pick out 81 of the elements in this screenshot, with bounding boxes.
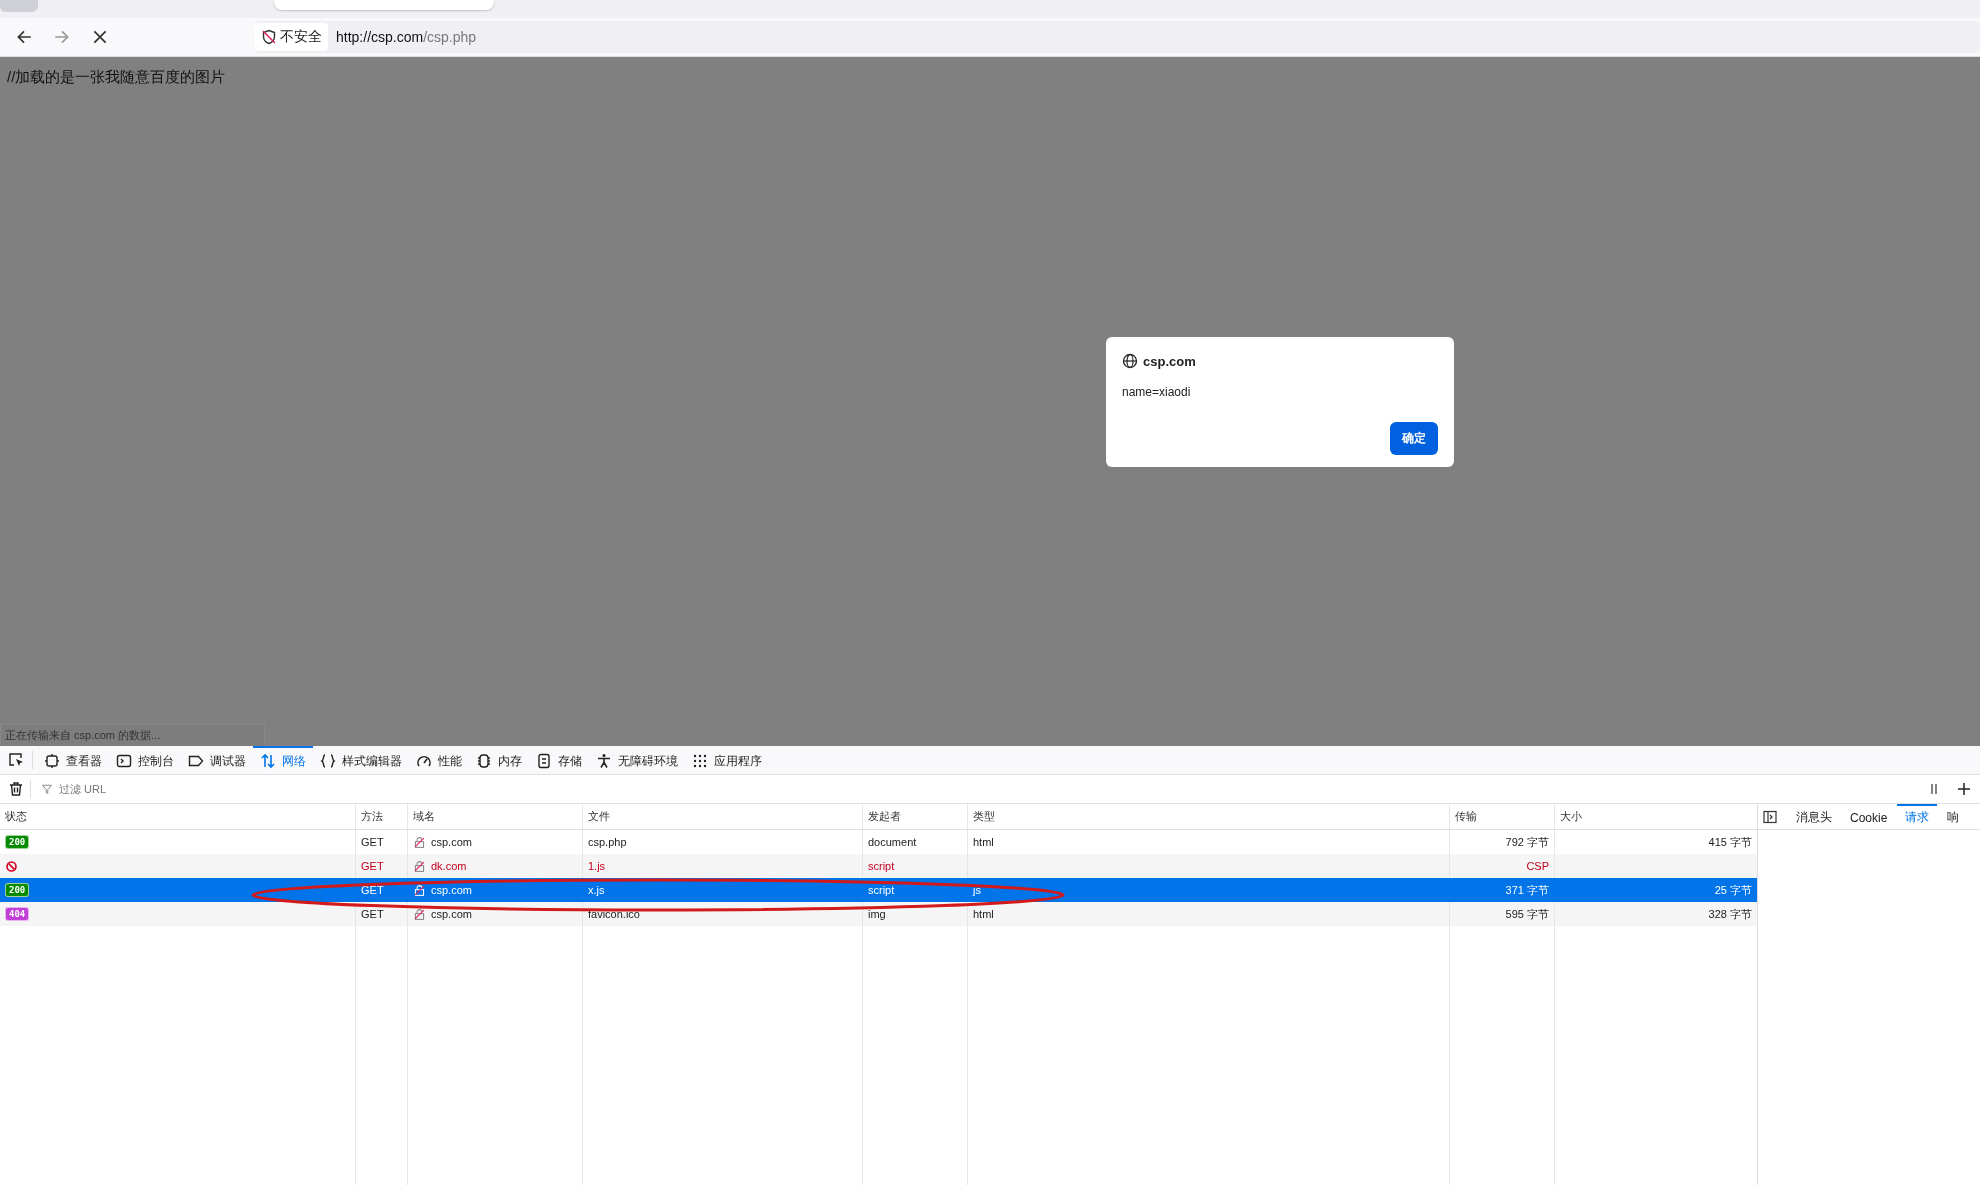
insecure-lock-icon bbox=[413, 859, 426, 873]
domain-cell: csp.com bbox=[431, 908, 472, 920]
devtools-tab[interactable]: 无障碍环境 bbox=[589, 746, 685, 774]
type-cell: html bbox=[973, 908, 994, 920]
page-text: //加载的是一张我随意百度的图片 bbox=[6, 67, 227, 87]
panel-tab[interactable]: Cookie bbox=[1842, 804, 1896, 829]
forward-icon[interactable] bbox=[53, 28, 71, 46]
memory-icon bbox=[476, 753, 492, 769]
devtools-tab[interactable]: 存储 bbox=[529, 746, 589, 774]
transfer-cell: 792 字节 bbox=[1505, 834, 1549, 850]
insecure-lock-icon bbox=[413, 883, 426, 897]
domain-cell: dk.com bbox=[431, 860, 467, 872]
element-picker-icon[interactable] bbox=[8, 752, 24, 768]
performance-icon bbox=[416, 753, 432, 769]
address-bar[interactable]: http://csp.com/csp.php bbox=[336, 29, 477, 45]
application-icon bbox=[692, 753, 708, 769]
transfer-cell: CSP bbox=[1526, 860, 1549, 872]
request-row[interactable]: 200 GET csp.com x.js script js 371 字节 25 字节 bbox=[0, 878, 1757, 902]
console-icon bbox=[116, 753, 132, 769]
dialog-message: name=xiaodi bbox=[1122, 385, 1191, 399]
column-header[interactable]: 类型 bbox=[968, 804, 1450, 829]
network-icon bbox=[260, 753, 276, 769]
insecure-lock-icon bbox=[413, 835, 426, 849]
column-header[interactable]: 发起者 bbox=[863, 804, 968, 829]
initiator-cell: img bbox=[863, 902, 968, 926]
style-icon bbox=[320, 753, 336, 769]
size-cell: 25 字节 bbox=[1714, 882, 1752, 898]
plus-icon[interactable] bbox=[1956, 781, 1972, 797]
transfer-cell: 371 字节 bbox=[1505, 882, 1549, 898]
stop-icon[interactable] bbox=[91, 28, 109, 46]
method-cell-text: GET bbox=[360, 883, 385, 898]
insecure-lock-icon bbox=[413, 907, 426, 921]
method-cell: GET bbox=[356, 902, 408, 926]
globe-icon bbox=[1122, 353, 1138, 369]
panel-tab[interactable]: 请求 bbox=[1897, 804, 1938, 829]
panel-tab[interactable]: 响 bbox=[1939, 804, 1968, 829]
request-row[interactable]: 404 GET csp.com favicon.ico img html 595 字节 328 字节 bbox=[0, 902, 1757, 926]
filter-field[interactable]: 过滤 URL bbox=[57, 782, 1920, 796]
devtools-tab[interactable]: 查看器 bbox=[37, 746, 109, 774]
ok-button[interactable]: 确定 bbox=[1390, 422, 1438, 455]
column-header[interactable]: 状态 bbox=[0, 804, 356, 829]
transfer-cell: 595 字节 bbox=[1505, 906, 1549, 922]
security-badge[interactable]: 不安全 bbox=[255, 23, 328, 51]
filter-icon bbox=[41, 783, 53, 795]
status-badge: 200 bbox=[5, 883, 30, 897]
status-badge: 200 bbox=[5, 835, 30, 849]
panel-tab[interactable]: 消息头 bbox=[1788, 804, 1840, 829]
column-header[interactable]: 方法 bbox=[356, 804, 408, 829]
devtools-tab[interactable]: 应用程序 bbox=[685, 746, 769, 774]
type-cell: js bbox=[973, 884, 981, 896]
size-cell: 415 字节 bbox=[1708, 834, 1752, 850]
initiator-cell-text: script bbox=[867, 883, 896, 898]
column-header[interactable]: 传输 bbox=[1450, 804, 1555, 829]
dialog-origin: csp.com bbox=[1143, 353, 1196, 369]
devtools-tab[interactable]: 内存 bbox=[469, 746, 529, 774]
accessibility-icon bbox=[596, 753, 612, 769]
status-badge: 404 bbox=[5, 907, 30, 921]
panel-toggle-icon[interactable] bbox=[1762, 808, 1778, 825]
shield-icon bbox=[261, 29, 277, 45]
storage-icon bbox=[536, 753, 552, 769]
devtools-tab[interactable]: 控制台 bbox=[109, 746, 181, 774]
column-header[interactable]: 大小 bbox=[1555, 804, 1757, 829]
request-row[interactable]: GET dk.com 1.js script CSP bbox=[0, 854, 1757, 878]
size-cell: 328 字节 bbox=[1708, 906, 1752, 922]
file-cell-text: x.js bbox=[587, 883, 606, 898]
devtools-tab[interactable]: 样式编辑器 bbox=[313, 746, 409, 774]
back-icon[interactable] bbox=[15, 28, 33, 46]
file-cell: favicon.ico bbox=[583, 902, 863, 926]
blocked-icon bbox=[5, 859, 18, 873]
debugger-icon bbox=[188, 753, 204, 769]
domain-cell: csp.com bbox=[431, 836, 472, 848]
status-text: 正在传输来自 csp.com 的数据... bbox=[0, 724, 265, 746]
devtools-tab[interactable]: 网络 bbox=[253, 746, 313, 774]
column-header[interactable]: 域名 bbox=[408, 804, 583, 829]
devtools-tab[interactable]: 性能 bbox=[409, 746, 469, 774]
domain-cell: csp.com bbox=[431, 884, 472, 896]
devtools-tab[interactable]: 调试器 bbox=[181, 746, 253, 774]
inspector-icon bbox=[44, 753, 60, 769]
column-header[interactable]: 文件 bbox=[583, 804, 863, 829]
type-cell: html bbox=[973, 836, 994, 848]
trash-icon[interactable] bbox=[8, 781, 24, 797]
